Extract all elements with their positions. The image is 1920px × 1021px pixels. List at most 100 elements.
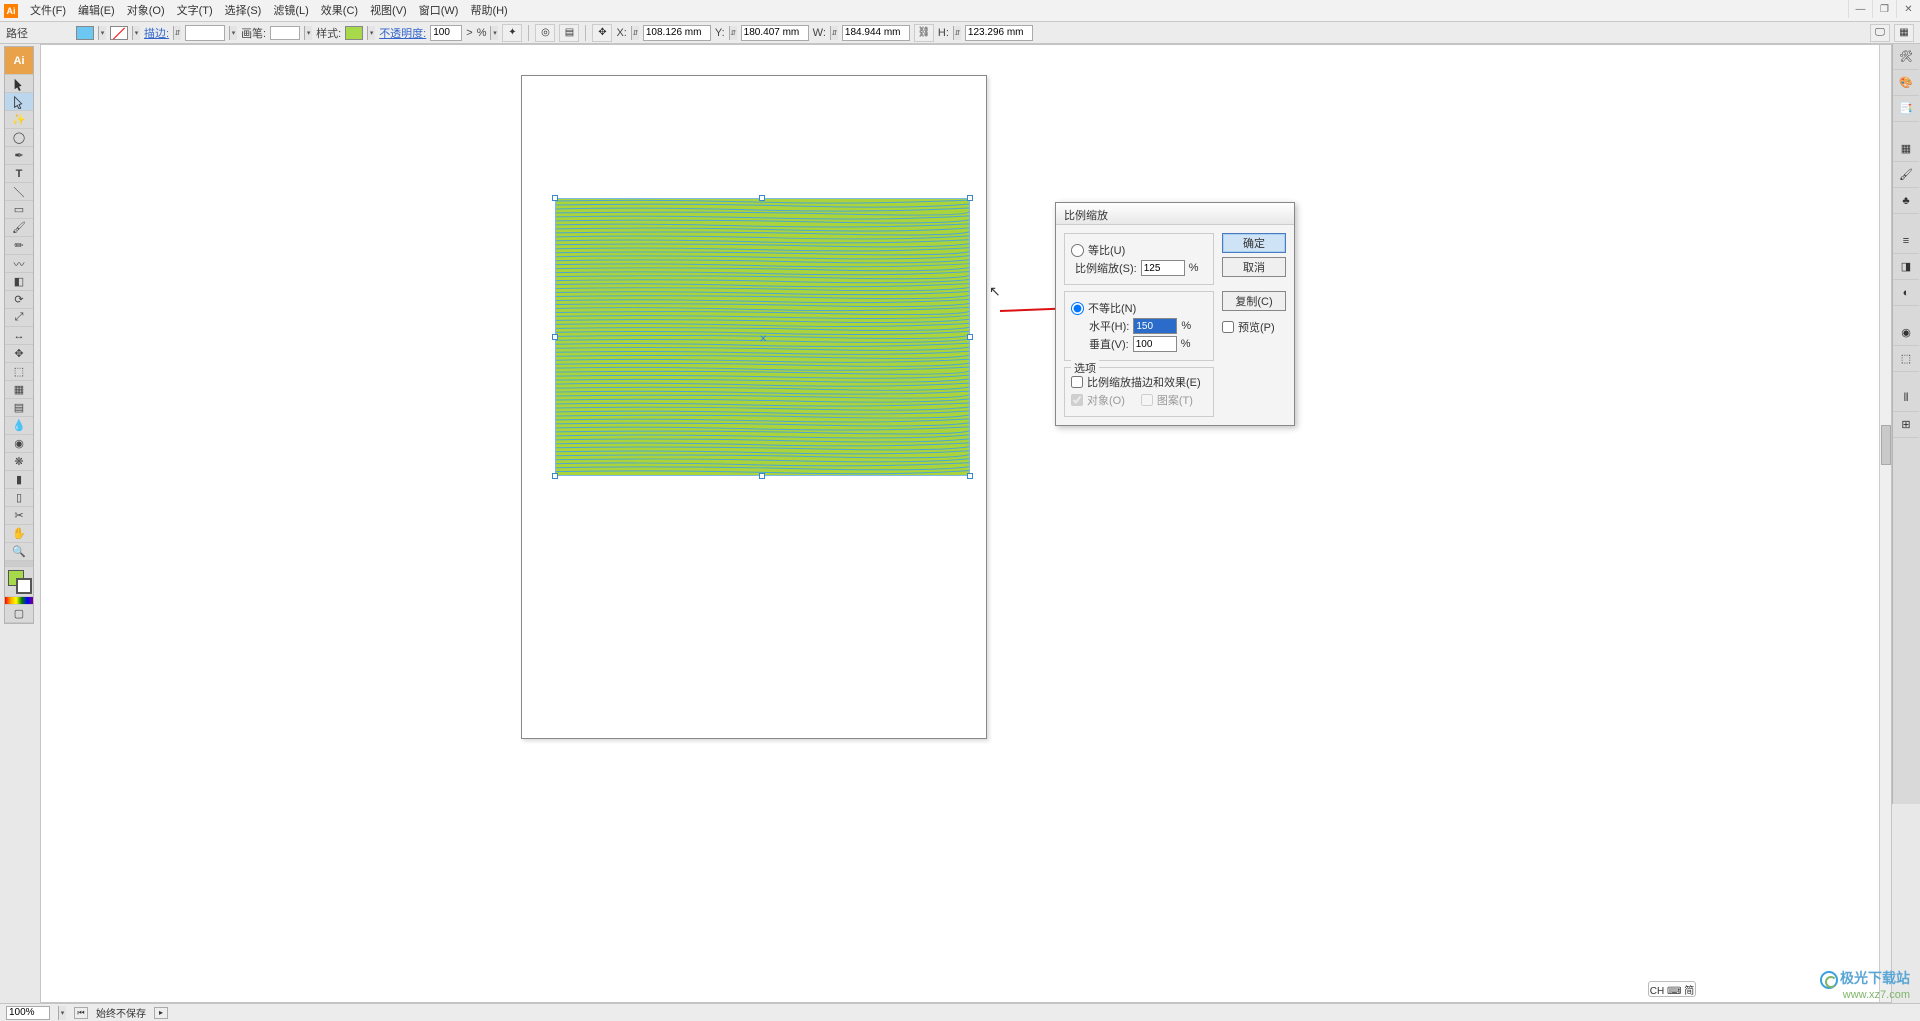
handle-br[interactable]	[967, 473, 973, 479]
copy-button[interactable]: 复制(C)	[1222, 291, 1286, 311]
menu-edit[interactable]: 编辑(E)	[72, 1, 121, 21]
handle-ml[interactable]	[552, 334, 558, 340]
gradient-tool[interactable]: ▤	[5, 399, 33, 417]
artboard-nav-first[interactable]: ⏮	[74, 1007, 88, 1019]
screen-mode-tool[interactable]: ▢	[5, 605, 33, 623]
panel-layers-icon[interactable]: 📑	[1893, 96, 1919, 122]
menu-select[interactable]: 选择(S)	[219, 1, 268, 21]
type-tool[interactable]: T	[5, 165, 33, 183]
x-input[interactable]	[643, 25, 711, 41]
w-input[interactable]	[842, 25, 910, 41]
uniform-radio[interactable]	[1071, 244, 1084, 257]
scrollbar-vertical[interactable]	[1879, 45, 1891, 1002]
menu-file[interactable]: 文件(F)	[24, 1, 72, 21]
link-wh-icon[interactable]: ⛓	[914, 24, 934, 42]
stroke-swatch-dropdown[interactable]: ▾	[132, 26, 140, 40]
line-tool[interactable]: ＼	[5, 183, 33, 201]
panel-stroke-icon[interactable]: ≡	[1893, 228, 1919, 254]
eyedropper-tool[interactable]: 💧	[5, 417, 33, 435]
uniform-scale-input[interactable]	[1141, 260, 1185, 276]
stroke-weight-stepper[interactable]: ⇵	[173, 26, 181, 40]
nonuniform-radio[interactable]	[1071, 302, 1084, 315]
minimize-button[interactable]: —	[1848, 0, 1872, 18]
lasso-tool[interactable]: ◯	[5, 129, 33, 147]
menu-object[interactable]: 对象(O)	[121, 1, 171, 21]
stroke-square[interactable]	[16, 578, 32, 594]
h-stepper[interactable]: ⇵	[953, 26, 961, 40]
transform-panel-icon[interactable]: ✥	[592, 24, 612, 42]
fill-stroke-control[interactable]	[5, 567, 33, 597]
handle-mr[interactable]	[967, 334, 973, 340]
brush-dropdown[interactable]: ▾	[304, 26, 312, 40]
zoom-tool[interactable]: 🔍	[5, 543, 33, 561]
fill-dropdown[interactable]: ▾	[98, 26, 106, 40]
panel-appearance-icon[interactable]: ◉	[1893, 320, 1919, 346]
handle-tr[interactable]	[967, 195, 973, 201]
hand-tool[interactable]: ✋	[5, 525, 33, 543]
stroke-weight-dropdown[interactable]: ▾	[229, 26, 237, 40]
cancel-button[interactable]: 取消	[1222, 257, 1286, 277]
opacity-label[interactable]: 不透明度:	[379, 25, 426, 41]
zoom-dropdown[interactable]: ▾	[58, 1006, 66, 1020]
opacity-input[interactable]	[430, 25, 462, 41]
magic-wand-tool[interactable]: ✨	[5, 111, 33, 129]
panel-tools-icon[interactable]: 🛠	[1893, 44, 1919, 70]
menu-window[interactable]: 窗口(W)	[413, 1, 465, 21]
y-input[interactable]	[741, 25, 809, 41]
panel-gradient-icon[interactable]: ◨	[1893, 254, 1919, 280]
pen-tool[interactable]: ✒	[5, 147, 33, 165]
menu-help[interactable]: 帮助(H)	[464, 1, 513, 21]
panel-brushes-icon[interactable]: 🖌	[1893, 162, 1919, 188]
preview-checkbox[interactable]	[1222, 321, 1234, 333]
select-similar-icon[interactable]: ▤	[559, 24, 579, 42]
free-transform-tool[interactable]: ✥	[5, 345, 33, 363]
w-stepper[interactable]: ⇵	[830, 26, 838, 40]
handle-center[interactable]: ✕	[759, 334, 765, 340]
ime-indicator[interactable]: CH ⌨ 简	[1648, 981, 1696, 997]
color-mode-bar[interactable]	[5, 597, 33, 605]
eraser-tool[interactable]: ◧	[5, 273, 33, 291]
handle-bl[interactable]	[552, 473, 558, 479]
panel-graphic-styles-icon[interactable]: ⬚	[1893, 346, 1919, 372]
handle-tm[interactable]	[759, 195, 765, 201]
status-menu[interactable]: ▸	[154, 1007, 168, 1019]
vertical-input[interactable]	[1133, 336, 1177, 352]
style-dropdown[interactable]: ▾	[367, 26, 375, 40]
blend-tool[interactable]: ◉	[5, 435, 33, 453]
mesh-tool[interactable]: ▦	[5, 381, 33, 399]
width-tool[interactable]: ↔	[5, 327, 33, 345]
pencil-tool[interactable]: ✏	[5, 237, 33, 255]
stroke-swatch[interactable]	[110, 26, 128, 40]
style-swatch[interactable]	[345, 26, 363, 40]
rectangle-tool[interactable]: ▭	[5, 201, 33, 219]
pref-icon[interactable]: ▦	[1894, 24, 1914, 42]
isolate-icon[interactable]: ◎	[535, 24, 555, 42]
scale-strokes-checkbox[interactable]	[1071, 376, 1083, 388]
slice-tool[interactable]: ✂	[5, 507, 33, 525]
h-input[interactable]	[965, 25, 1033, 41]
handle-tl[interactable]	[552, 195, 558, 201]
panel-transform-icon[interactable]: ⊞	[1893, 412, 1919, 438]
shape-builder-tool[interactable]: ⬚	[5, 363, 33, 381]
menu-view[interactable]: 视图(V)	[364, 1, 413, 21]
restore-button[interactable]: ❐	[1872, 0, 1896, 18]
scrollbar-thumb[interactable]	[1881, 425, 1891, 465]
panel-transparency-icon[interactable]: ◐	[1893, 280, 1919, 306]
opacity-dropdown[interactable]: ▾	[490, 26, 498, 40]
fill-swatch[interactable]	[76, 26, 94, 40]
direct-selection-tool[interactable]	[5, 93, 33, 111]
selection-tool[interactable]	[5, 75, 33, 93]
scale-tool[interactable]: ⤢	[5, 309, 33, 327]
panel-align-icon[interactable]: ⫴	[1893, 386, 1919, 412]
canvas-area[interactable]: ✕ ↖	[40, 44, 1892, 1003]
stroke-weight-input[interactable]	[185, 25, 225, 41]
dialog-title[interactable]: 比例缩放	[1056, 203, 1294, 225]
horizontal-input[interactable]	[1133, 318, 1177, 334]
column-graph-tool[interactable]: ▮	[5, 471, 33, 489]
blob-brush-tool[interactable]: 〰	[5, 255, 33, 273]
zoom-input[interactable]	[6, 1006, 50, 1020]
menu-effect[interactable]: 效果(C)	[315, 1, 364, 21]
panel-swatches-icon[interactable]: ▦	[1893, 136, 1919, 162]
x-stepper[interactable]: ⇵	[631, 26, 639, 40]
doc-setup-icon[interactable]: 🖵	[1870, 24, 1890, 42]
